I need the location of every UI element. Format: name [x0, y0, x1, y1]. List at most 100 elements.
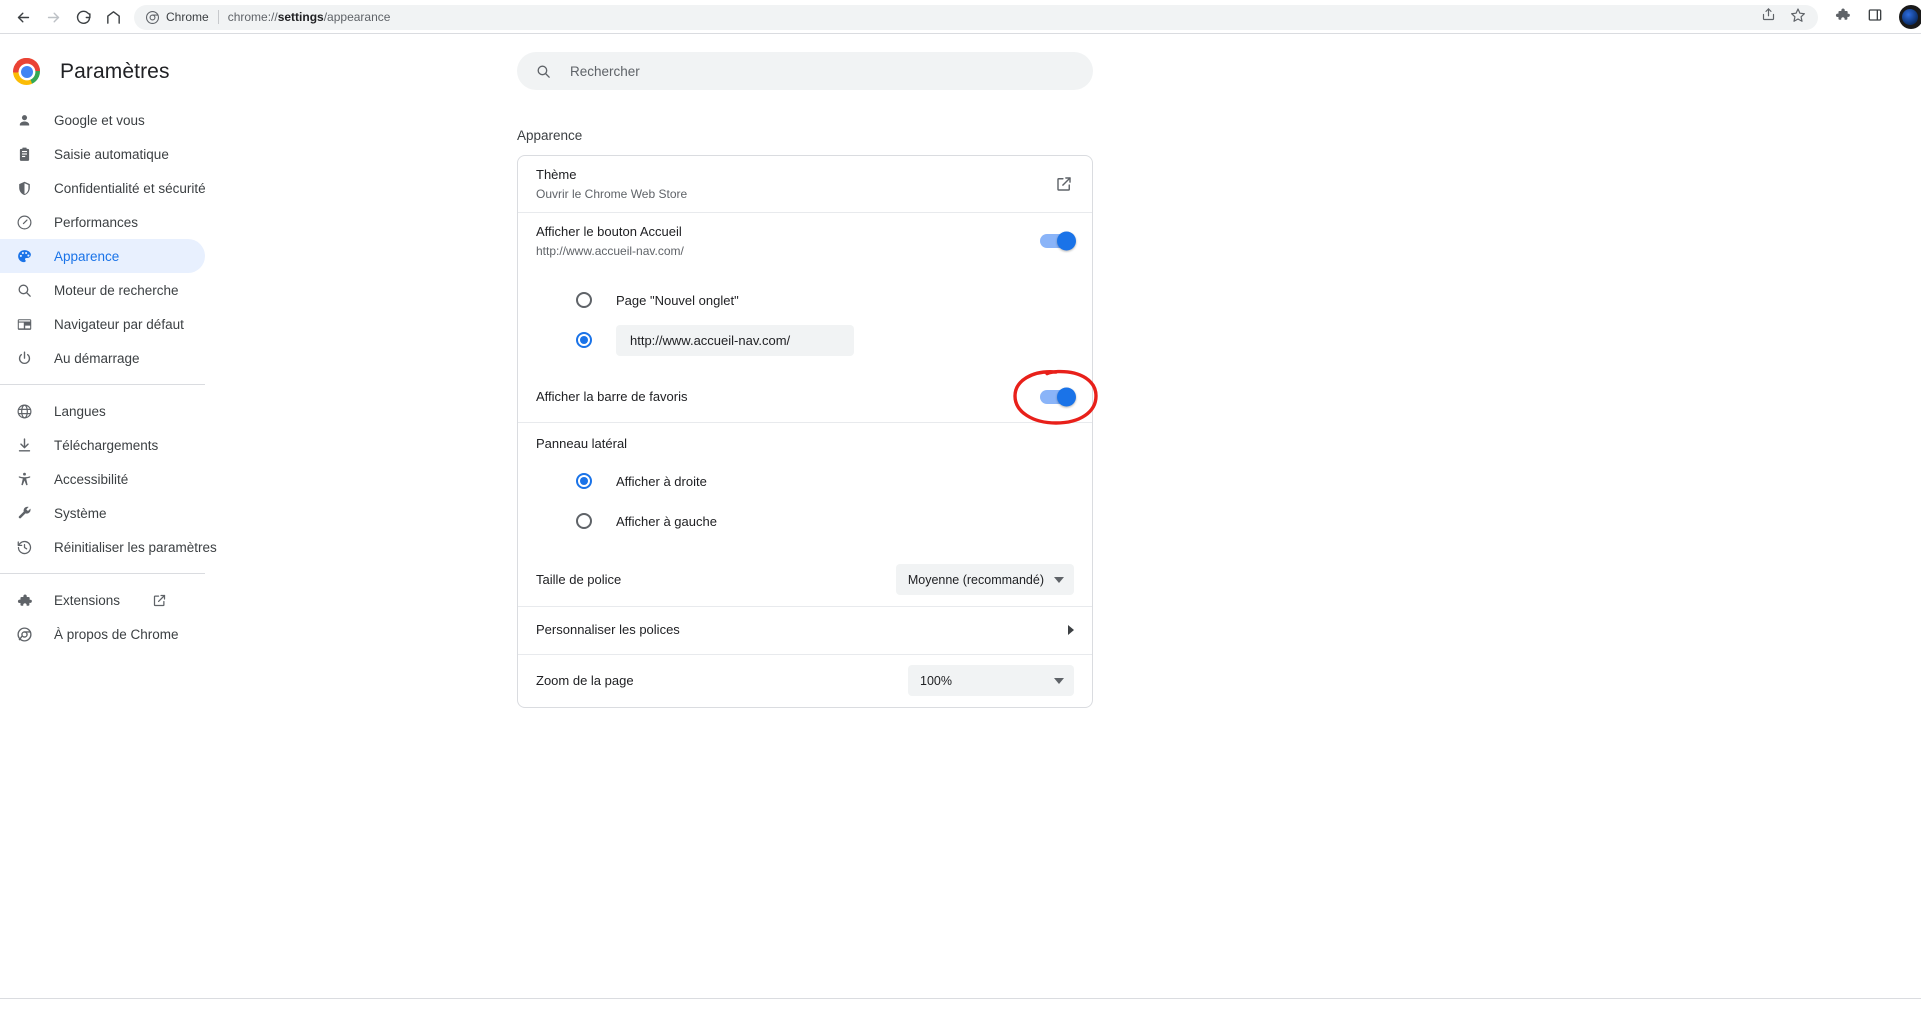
power-icon — [15, 349, 34, 368]
radio-side-panel-right[interactable]: Afficher à droite — [518, 461, 1092, 501]
sidebar-item-label: Moteur de recherche — [54, 282, 179, 298]
radio-label: Page "Nouvel onglet" — [616, 292, 739, 308]
row-customize-fonts-title: Personnaliser les polices — [536, 622, 680, 638]
sidebar-item-confidentialite-securite[interactable]: Confidentialité et sécurité — [0, 171, 206, 205]
page-zoom-select[interactable]: 100% — [908, 665, 1074, 696]
row-theme[interactable]: Thème Ouvrir le Chrome Web Store — [518, 156, 1092, 212]
palette-icon — [15, 247, 34, 266]
radio-label: Afficher à gauche — [616, 513, 717, 529]
sidebar-item-label: Confidentialité et sécurité — [54, 180, 206, 196]
url-text[interactable]: chrome://settings/appearance — [228, 10, 391, 24]
row-page-zoom-right: 100% — [908, 665, 1074, 696]
bookmarks-bar-toggle[interactable] — [1040, 387, 1076, 407]
settings-main: Apparence Thème Ouvrir le Chrome Web Sto… — [257, 34, 1921, 998]
sidebar-item-label: Système — [54, 505, 107, 521]
puzzle-piece-icon[interactable] — [1834, 6, 1851, 28]
site-chip-label: Chrome — [166, 10, 209, 24]
toolbar-right-actions — [1818, 5, 1921, 29]
radio-button[interactable] — [576, 292, 592, 308]
row-home-button[interactable]: Afficher le bouton Accueil http://www.ac… — [518, 212, 1092, 270]
toggle-knob — [1057, 231, 1076, 251]
sidebar-item-a-propos-de-chrome[interactable]: À propos de Chrome — [0, 617, 205, 651]
sidebar-item-label: Apparence — [54, 248, 120, 264]
appearance-settings-card: Thème Ouvrir le Chrome Web Store Affiche… — [517, 155, 1098, 708]
open-in-new-icon[interactable] — [1054, 174, 1074, 194]
star-icon[interactable] — [1790, 7, 1806, 28]
row-home-button-texts: Afficher le bouton Accueil http://www.ac… — [536, 223, 684, 260]
radio-new-tab-page[interactable]: Page "Nouvel onglet" — [518, 280, 1092, 320]
sidebar-item-langues[interactable]: Langues — [0, 394, 205, 428]
sidebar-item-accessibilite[interactable]: Accessibilité — [0, 462, 205, 496]
sidebar-item-moteur-de-recherche[interactable]: Moteur de recherche — [0, 273, 205, 307]
sidebar-item-systeme[interactable]: Système — [0, 496, 205, 530]
chevron-right-icon[interactable] — [1068, 625, 1074, 635]
home-button[interactable] — [98, 2, 128, 32]
sidebar-item-performances[interactable]: Performances — [0, 205, 205, 239]
radio-custom-url[interactable]: http://www.accueil-nav.com/ — [518, 320, 1092, 360]
page-bottom-strip — [0, 998, 1921, 1033]
sidebar-nav-primary: Google et vous Saisie automatique Confid… — [0, 103, 257, 375]
home-url-input[interactable]: http://www.accueil-nav.com/ — [616, 324, 854, 356]
radio-button[interactable] — [576, 513, 592, 529]
site-identity-chip[interactable]: Chrome — [146, 10, 209, 24]
row-theme-title: Thème — [536, 166, 577, 182]
sidebar-item-label: Performances — [54, 214, 139, 230]
row-font-size[interactable]: Taille de police Moyenne (recommandé) — [518, 553, 1092, 606]
sidebar-item-telechargements[interactable]: Téléchargements — [0, 428, 205, 462]
sidebar-item-navigateur-par-defaut[interactable]: Navigateur par défaut — [0, 307, 205, 341]
browser-icon — [15, 315, 34, 334]
chrome-logo-icon — [13, 58, 40, 85]
sidebar-item-google-et-vous[interactable]: Google et vous — [0, 103, 205, 137]
search-settings-box[interactable] — [517, 52, 1093, 90]
row-page-zoom-title: Zoom de la page — [536, 672, 634, 688]
back-button[interactable] — [8, 2, 38, 32]
radio-button[interactable] — [576, 473, 592, 489]
home-icon — [105, 9, 122, 26]
sidebar-divider-2 — [0, 573, 205, 574]
address-bar[interactable]: Chrome chrome://settings/appearance — [134, 4, 1818, 30]
sidebar-item-label: Navigateur par défaut — [54, 316, 184, 332]
radio-label: Afficher à droite — [616, 473, 707, 489]
search-input[interactable] — [570, 63, 1075, 79]
sidebar-item-label: À propos de Chrome — [54, 626, 179, 642]
globe-icon — [15, 402, 34, 421]
url-bold-part: settings — [277, 10, 324, 24]
chevron-down-icon — [1054, 576, 1064, 583]
url-suffix: /appearance — [323, 10, 391, 24]
back-arrow-icon — [15, 9, 32, 26]
sidebar-item-label: Au démarrage — [54, 350, 140, 366]
forward-button[interactable] — [38, 2, 68, 32]
chrome-outline-icon — [15, 625, 34, 644]
radio-button[interactable] — [576, 332, 592, 348]
speedometer-icon — [15, 213, 34, 232]
sidebar-item-saisie-automatique[interactable]: Saisie automatique — [0, 137, 205, 171]
side-panel-icon[interactable] — [1867, 7, 1883, 28]
side-panel-radio-group: Afficher à droite Afficher à gauche — [518, 451, 1092, 553]
omnibox-divider — [217, 10, 219, 24]
settings-sidebar: Paramètres Google et vous Saisie automat… — [0, 34, 257, 998]
row-customize-fonts[interactable]: Personnaliser les polices — [518, 606, 1092, 654]
row-home-button-title: Afficher le bouton Accueil — [536, 223, 682, 239]
forward-arrow-icon — [45, 9, 62, 26]
font-size-select[interactable]: Moyenne (recommandé) — [895, 564, 1074, 595]
row-bookmarks-bar[interactable]: Afficher la barre de favoris — [518, 369, 1098, 425]
profile-avatar-icon[interactable] — [1899, 5, 1921, 29]
share-icon[interactable] — [1761, 7, 1776, 27]
url-prefix: chrome:// — [227, 10, 278, 24]
sidebar-item-au-demarrage[interactable]: Au démarrage — [0, 341, 205, 375]
reload-button[interactable] — [68, 2, 98, 32]
sidebar-item-reinitialiser-les-parametres[interactable]: Réinitialiser les paramètres — [0, 530, 217, 564]
sidebar-item-apparence[interactable]: Apparence — [0, 239, 205, 273]
home-button-toggle[interactable] — [1040, 231, 1076, 251]
font-size-value: Moyenne (recommandé) — [907, 572, 1044, 587]
row-page-zoom[interactable]: Zoom de la page 100% — [518, 654, 1092, 707]
sidebar-item-extensions[interactable]: Extensions — [0, 583, 205, 617]
clipboard-icon — [15, 145, 34, 164]
open-in-new-icon — [152, 593, 167, 608]
row-bookmarks-bar-texts: Afficher la barre de favoris — [536, 388, 688, 406]
shield-icon — [15, 179, 34, 198]
sidebar-item-label: Téléchargements — [54, 437, 159, 453]
sidebar-nav-secondary: Langues Téléchargements Accessibilité Sy… — [0, 394, 257, 564]
sidebar-item-label: Réinitialiser les paramètres — [54, 539, 217, 555]
radio-side-panel-left[interactable]: Afficher à gauche — [518, 501, 1092, 541]
